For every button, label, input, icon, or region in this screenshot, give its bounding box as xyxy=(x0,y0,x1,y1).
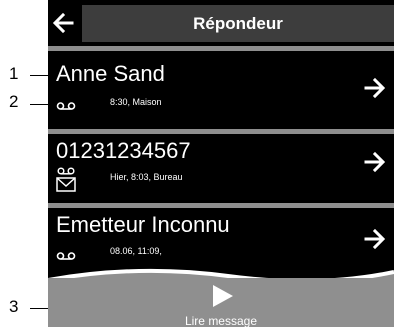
arrow-right-icon xyxy=(364,77,386,99)
play-message-label: Lire message xyxy=(184,314,258,327)
message-details: 08.06, 11:09, xyxy=(110,246,162,256)
callout-2-leader xyxy=(30,104,50,105)
caller-name: Emetteur Inconnu xyxy=(56,212,230,237)
caller-name: Anne Sand xyxy=(56,61,165,86)
message-details: Hier, 8:03, Bureau xyxy=(110,172,183,182)
callout-2: 2 xyxy=(9,92,19,111)
voicemail-icon xyxy=(56,102,76,110)
phone-screen: Répondeur Anne Sand 8:30, Maison 0123123… xyxy=(48,0,394,327)
header: Répondeur xyxy=(48,0,394,46)
play-icon xyxy=(213,285,233,307)
play-message-button[interactable]: Lire message xyxy=(48,278,394,327)
back-button[interactable] xyxy=(48,4,78,42)
page-title: Répondeur xyxy=(82,5,394,42)
callout-1: 1 xyxy=(9,64,19,83)
arrow-left-icon xyxy=(52,12,74,34)
arrow-right-icon xyxy=(364,151,386,173)
arrow-right-icon xyxy=(364,228,386,250)
caller-name: 01231234567 xyxy=(56,138,191,163)
message-item-01231234567[interactable]: 01231234567 Hier, 8:03, Bureau xyxy=(48,134,394,203)
new-voicemail-icon xyxy=(56,167,76,192)
message-details: 8:30, Maison xyxy=(110,97,162,107)
message-item-anne-sand[interactable]: Anne Sand 8:30, Maison xyxy=(48,51,394,129)
callout-3: 3 xyxy=(9,297,19,316)
